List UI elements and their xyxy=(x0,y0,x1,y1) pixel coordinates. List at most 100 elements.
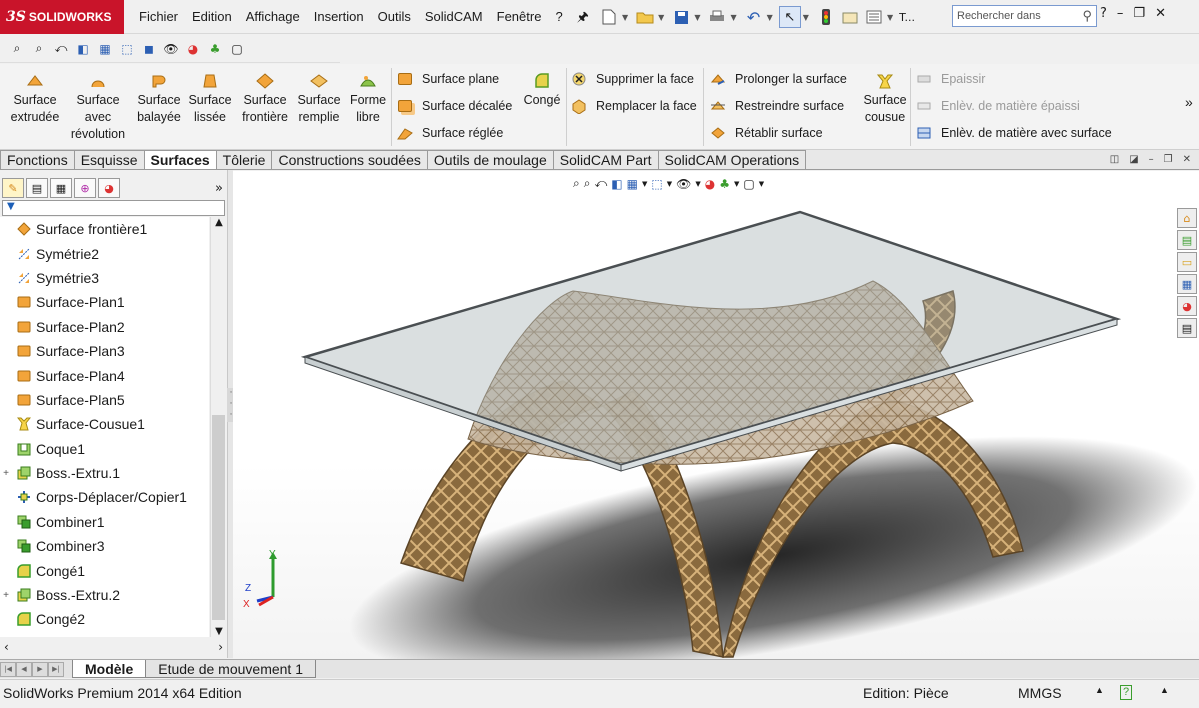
thickened-cut-button[interactable]: Enlèv. de matière épaissi xyxy=(915,97,1080,115)
first-tab-icon[interactable]: |◀ xyxy=(0,661,16,677)
zoom-area-icon[interactable]: ⌕ xyxy=(30,40,48,58)
save-icon[interactable] xyxy=(670,6,692,28)
trim-surface-button[interactable]: Restreindre surface xyxy=(709,97,844,115)
doc-restore-button[interactable]: ❐ xyxy=(1164,154,1173,165)
previous-view-icon[interactable]: ⤺ xyxy=(52,40,70,58)
select-pointer-icon[interactable]: ↖ xyxy=(778,6,801,28)
tree-item[interactable]: Corps-Déplacer/Copier1 xyxy=(0,485,209,509)
tree-item[interactable]: Combiner3 xyxy=(0,534,209,558)
truncated-menu[interactable]: T... xyxy=(899,6,915,28)
tree-item[interactable]: Combiner1 xyxy=(0,510,209,534)
tab-solidcam-operations[interactable]: SolidCAM Operations xyxy=(657,150,807,169)
chevron-down-icon[interactable]: ▼ xyxy=(767,13,773,22)
feature-manager-tab-icon[interactable]: ✎ xyxy=(2,178,24,198)
undo-icon[interactable]: ↶ xyxy=(743,6,765,28)
filled-surface-button[interactable]: Surface remplie xyxy=(295,72,343,126)
menu-outils[interactable]: Outils xyxy=(371,0,418,34)
appearance-icon[interactable]: ◕ xyxy=(184,40,202,58)
scroll-left-icon[interactable]: ‹ xyxy=(4,640,9,654)
scroll-down-icon[interactable]: ▼ xyxy=(211,626,227,637)
display-style-icon[interactable]: ◼ xyxy=(140,40,158,58)
view-settings-icon[interactable]: ▢ xyxy=(228,40,246,58)
tree-item[interactable]: Symétrie3 xyxy=(0,266,209,290)
menu-fenetre[interactable]: Fenêtre xyxy=(490,0,549,34)
tree-filter-input[interactable]: ▼ xyxy=(2,200,225,216)
tree-item[interactable]: Surface-Plan5 xyxy=(0,388,209,412)
surface-revolve-button[interactable]: Surface avec révolution xyxy=(68,72,128,143)
solidworks-resources-icon[interactable]: ⌂ xyxy=(1177,208,1197,228)
tree-item[interactable]: Surface-Plan4 xyxy=(0,363,209,387)
dynamic-annotation-icon[interactable]: ▦ xyxy=(96,40,114,58)
status-arrow-icon[interactable]: ▲ xyxy=(1160,685,1169,695)
offset-surface-button[interactable]: Surface décalée xyxy=(396,97,512,115)
status-units[interactable]: MMGS xyxy=(1018,685,1062,701)
minimize-button[interactable]: – xyxy=(1117,6,1124,21)
menu-help[interactable]: ? xyxy=(548,0,569,34)
model-render[interactable] xyxy=(233,171,1199,659)
last-tab-icon[interactable]: ▶| xyxy=(48,661,64,677)
tab-motion-study[interactable]: Etude de mouvement 1 xyxy=(145,660,316,678)
tree-scroll-thumb[interactable] xyxy=(212,415,225,620)
tile-icon[interactable]: ◫ xyxy=(1110,154,1119,165)
chevron-down-icon[interactable]: ▼ xyxy=(622,13,628,22)
prev-tab-icon[interactable]: ◀ xyxy=(16,661,32,677)
next-tab-icon[interactable]: ▶ xyxy=(32,661,48,677)
replace-face-button[interactable]: Remplacer la face xyxy=(570,97,697,115)
configuration-manager-tab-icon[interactable]: ▦ xyxy=(50,178,72,198)
tree-item[interactable]: Symétrie2 xyxy=(0,241,209,265)
tree-horizontal-scrollbar[interactable]: ‹ › xyxy=(0,637,227,657)
tree-item[interactable]: Surface-Cousue1 xyxy=(0,412,209,436)
cascade-icon[interactable]: ◪ xyxy=(1129,154,1138,165)
menu-solidcam[interactable]: SolidCAM xyxy=(418,0,490,34)
design-library-icon[interactable]: ▤ xyxy=(1177,230,1197,250)
expand-toggle[interactable]: + xyxy=(0,590,12,601)
tab-constructions-soudees[interactable]: Constructions soudées xyxy=(271,150,428,169)
surface-extrude-button[interactable]: Surface extrudée xyxy=(6,72,64,126)
expand-toggle[interactable]: + xyxy=(0,468,12,479)
surface-loft-button[interactable]: Surface lissée xyxy=(186,72,234,126)
close-button[interactable]: ✕ xyxy=(1155,6,1166,21)
view-orientation-icon[interactable]: ⬚ xyxy=(118,40,136,58)
options-icon[interactable] xyxy=(863,6,885,28)
tree-item[interactable]: Congé1 xyxy=(0,558,209,582)
scroll-up-icon[interactable]: ▲ xyxy=(211,217,227,228)
extend-surface-button[interactable]: Prolonger la surface xyxy=(709,70,847,88)
section-view-icon[interactable]: ◧ xyxy=(74,40,92,58)
tab-surfaces[interactable]: Surfaces xyxy=(143,150,217,169)
dimxpert-manager-tab-icon[interactable]: ⊕ xyxy=(74,178,96,198)
menu-insertion[interactable]: Insertion xyxy=(307,0,371,34)
fillet-button[interactable]: Congé xyxy=(520,72,564,109)
chevron-down-icon[interactable]: ▼ xyxy=(730,13,736,22)
chevron-down-icon[interactable]: ▼ xyxy=(803,13,809,22)
menu-affichage[interactable]: Affichage xyxy=(239,0,307,34)
search-field[interactable]: Rechercher dans ⚲ xyxy=(952,5,1097,27)
search-icon[interactable]: ⚲ xyxy=(1082,8,1092,24)
tab-solidcam-part[interactable]: SolidCAM Part xyxy=(552,150,659,169)
view-palette-icon[interactable]: ▦ xyxy=(1177,274,1197,294)
tree-item[interactable]: + Boss.-Extru.2 xyxy=(0,583,209,607)
help-icon[interactable]: ? xyxy=(1100,6,1107,21)
appearances-scenes-icon[interactable]: ◕ xyxy=(1177,296,1197,316)
tree-item[interactable]: Congé2 xyxy=(0,607,209,631)
thicken-button[interactable]: Epaissir xyxy=(915,70,985,88)
tree-item[interactable]: Surface-Plan2 xyxy=(0,315,209,339)
print-icon[interactable] xyxy=(706,6,728,28)
tab-fonctions[interactable]: Fonctions xyxy=(0,150,75,169)
custom-properties-icon[interactable]: ▤ xyxy=(1177,318,1197,338)
units-up-icon[interactable]: ▲ xyxy=(1095,685,1104,695)
zoom-fit-icon[interactable]: ⌕ xyxy=(8,40,26,58)
file-explorer-icon[interactable]: ▭ xyxy=(1177,252,1197,272)
doc-close-button[interactable]: ✕ xyxy=(1183,154,1191,165)
pin-icon[interactable]: 🖈 xyxy=(570,0,596,34)
tree-item[interactable]: Surface-Plan3 xyxy=(0,339,209,363)
planar-surface-button[interactable]: Surface plane xyxy=(396,70,499,88)
menu-edition[interactable]: Edition xyxy=(185,0,239,34)
property-manager-tab-icon[interactable]: ▤ xyxy=(26,178,48,198)
rebuild-traffic-light-icon[interactable] xyxy=(815,6,837,28)
tab-tolerie[interactable]: Tôlerie xyxy=(215,150,273,169)
hide-show-icon[interactable]: 👁 xyxy=(162,40,180,58)
doc-minimize-button[interactable]: – xyxy=(1149,154,1154,165)
boundary-surface-button[interactable]: Surface frontière xyxy=(237,72,293,126)
surface-sweep-button[interactable]: Surface balayée xyxy=(134,72,184,126)
more-tabs-icon[interactable]: » xyxy=(215,181,223,196)
